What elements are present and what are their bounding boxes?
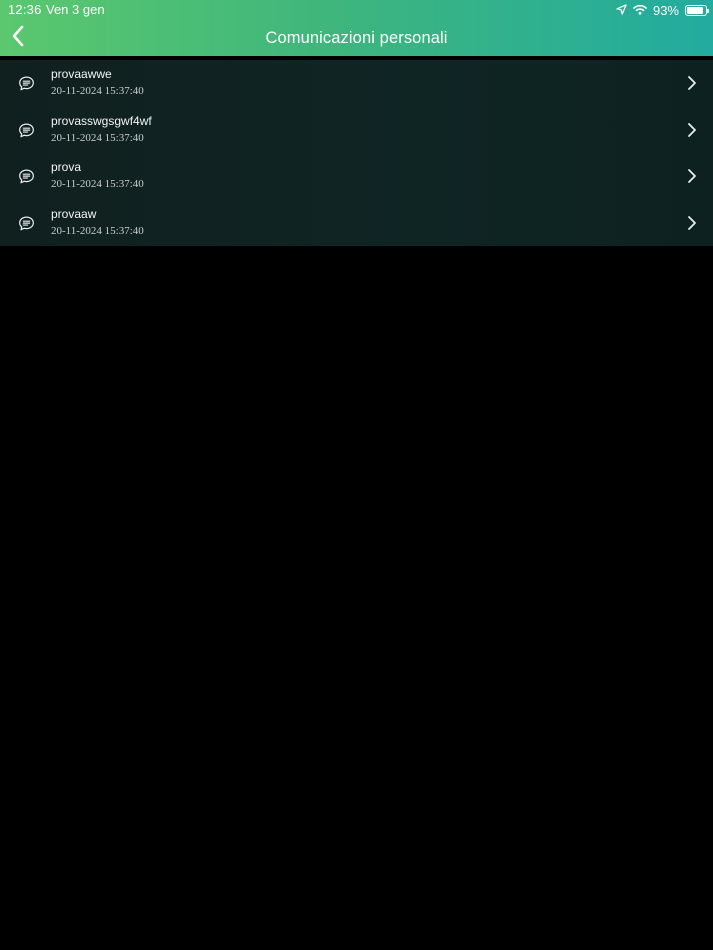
message-date: 20-11-2024 15:37:40 [51, 224, 144, 237]
message-bubble-icon [18, 168, 35, 185]
message-list-item[interactable]: provaaw 20-11-2024 15:37:40 [0, 199, 713, 246]
message-date: 20-11-2024 15:37:40 [51, 85, 144, 97]
message-bubble-icon [18, 215, 35, 232]
message-date: 20-11-2024 15:37:40 [51, 178, 144, 190]
battery-percent: 93% [652, 2, 679, 18]
message-bubble-icon [18, 122, 35, 139]
screen: 12:36 Ven 3 gen 93% Comunicazioni person… [0, 0, 713, 950]
message-list-item[interactable]: prova 20-11-2024 15:37:40 [0, 153, 713, 200]
message-title: provaawwe [51, 67, 112, 81]
location-arrow-icon [616, 3, 627, 18]
back-button[interactable] [4, 22, 32, 54]
message-title: provaaw [51, 206, 97, 221]
message-date: 20-11-2024 15:37:40 [51, 131, 144, 144]
status-bar: 12:36 Ven 3 gen 93% [0, 0, 713, 20]
message-list-item[interactable]: provaawwe 20-11-2024 15:37:40 [0, 60, 713, 107]
battery-fill [687, 6, 704, 14]
status-date: Ven 3 gen [46, 2, 105, 17]
page-title: Comunicazioni personali [265, 29, 448, 47]
chevron-right-icon [687, 122, 697, 138]
message-list-item[interactable]: provasswgsgwf4wf 20-11-2024 15:37:40 [0, 106, 713, 153]
status-indicators: 93% [616, 2, 709, 18]
status-time: 12:36 [8, 2, 42, 17]
chevron-right-icon [687, 75, 697, 91]
message-bubble-icon [18, 75, 35, 92]
message-title: provasswgsgwf4wf [51, 113, 152, 128]
navigation-bar: Comunicazioni personali [0, 20, 713, 56]
header-bar: 12:36 Ven 3 gen 93% Comunicazioni person… [0, 0, 713, 56]
chevron-right-icon [687, 168, 697, 184]
chevron-right-icon [687, 215, 697, 231]
battery-icon [685, 4, 709, 16]
message-title: prova [51, 160, 82, 174]
chevron-left-icon [11, 25, 25, 52]
wifi-icon [633, 3, 647, 18]
message-list: provaawwe 20-11-2024 15:37:40 provasswgs… [0, 60, 713, 246]
battery-nub [707, 8, 709, 13]
